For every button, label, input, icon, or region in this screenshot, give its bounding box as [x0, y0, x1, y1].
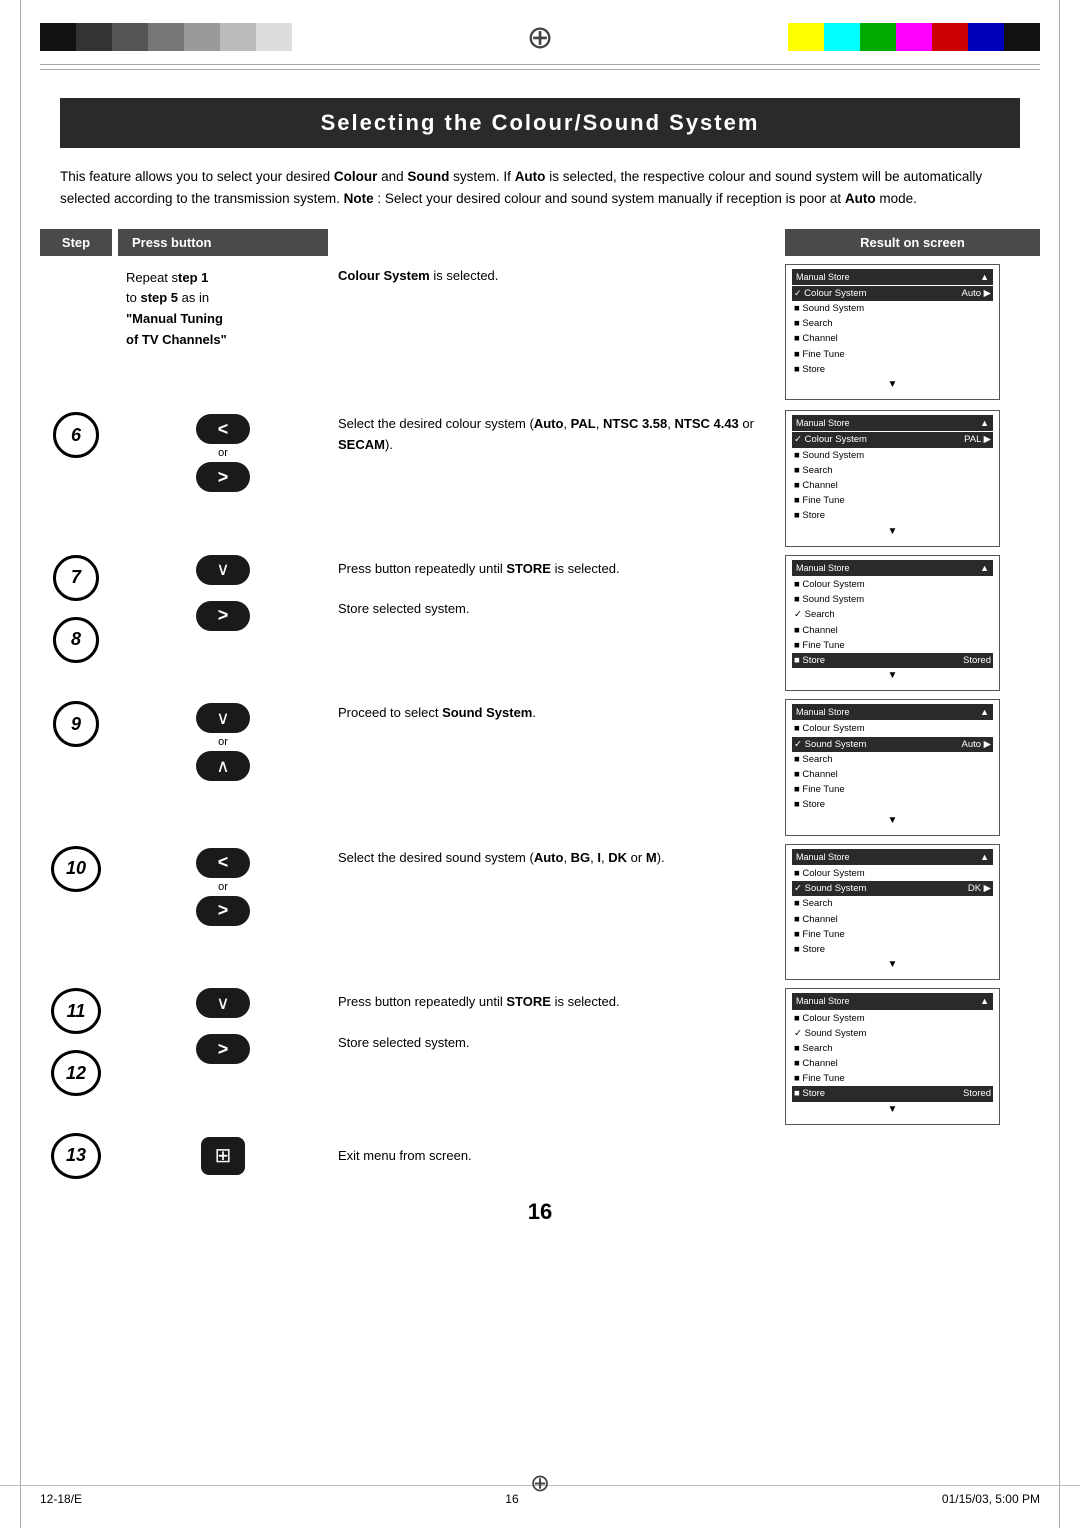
- step-circle-13: 13: [51, 1133, 101, 1179]
- btn-right-12[interactable]: >: [196, 1034, 250, 1064]
- btn-down-9[interactable]: ∨: [196, 703, 250, 733]
- or-label-9: or: [218, 736, 228, 748]
- blue-block: [968, 23, 1004, 51]
- table-header: Step Press button Result on screen: [40, 229, 1040, 256]
- btns-13: ⊞: [118, 1137, 328, 1175]
- step-7-8-nums: 7 8: [40, 555, 112, 663]
- btns-11-12: ∨ >: [118, 988, 328, 1064]
- desc-13: Exit menu from screen.: [328, 1144, 785, 1167]
- gray-block-6: [220, 23, 256, 51]
- row-6: 6 < or > Select the desired colour syste…: [40, 410, 1040, 547]
- or-label-10: or: [218, 881, 228, 893]
- black-block: [1004, 23, 1040, 51]
- gray-block-2: [76, 23, 112, 51]
- btn-right-10[interactable]: >: [196, 896, 250, 926]
- header-spacer: [328, 229, 785, 256]
- step-13: 13: [40, 1133, 112, 1179]
- desc-9: Proceed to select Sound System.: [328, 699, 785, 728]
- crosshair-icon: ⊕: [527, 18, 554, 56]
- title-text: Selecting the Colour/Sound System: [321, 110, 760, 135]
- screen-6: Manual Store▲ ✓ Colour SystemPAL ▶ ■ Sou…: [785, 410, 1040, 547]
- red-block: [932, 23, 968, 51]
- right-border: [1059, 0, 1060, 1528]
- top-divider-2: [40, 69, 1040, 70]
- bottom-crosshair-icon: ⊕: [530, 1469, 550, 1498]
- row-initial: Repeat step 1 to step 5 as in "Manual Tu…: [40, 264, 1040, 401]
- screen-9: Manual Store▲ ■ Colour System ✓ Sound Sy…: [785, 699, 1040, 836]
- screen-10: Manual Store▲ ■ Colour System ✓ Sound Sy…: [785, 844, 1040, 981]
- color-blocks: [788, 23, 1040, 51]
- magenta-block: [896, 23, 932, 51]
- btns-6: < or >: [118, 410, 328, 496]
- yellow-block: [788, 23, 824, 51]
- step-circle-12: 12: [51, 1050, 101, 1096]
- row-11-12: 11 12 ∨ > Press button repeatedly until …: [40, 988, 1040, 1125]
- cyan-block: [824, 23, 860, 51]
- btns-7-8: ∨ >: [118, 555, 328, 631]
- btns-9: ∨ or ∧: [118, 699, 328, 785]
- btn-right-8[interactable]: >: [196, 601, 250, 631]
- gray-block-3: [112, 23, 148, 51]
- intro-paragraph: This feature allows you to select your d…: [60, 166, 1020, 211]
- gray-block-1: [40, 23, 76, 51]
- btn-down-7[interactable]: ∨: [196, 555, 250, 585]
- initial-result-desc: Colour System is selected.: [328, 264, 785, 287]
- step-9: 9: [40, 699, 112, 747]
- step-circle-8: 8: [53, 617, 99, 663]
- btn-down-11[interactable]: ∨: [196, 988, 250, 1018]
- step-11-12-nums: 11 12: [40, 988, 112, 1096]
- step-circle-10: 10: [51, 846, 101, 892]
- green-block: [860, 23, 896, 51]
- row-10: 10 < or > Select the desired sound syste…: [40, 844, 1040, 981]
- row-13: 13 ⊞ Exit menu from screen.: [40, 1133, 1040, 1179]
- screen-12: Manual Store▲ ■ Colour System ✓ Sound Sy…: [785, 988, 1040, 1125]
- desc-6: Select the desired colour system (Auto, …: [328, 410, 785, 460]
- grayscale-blocks: [40, 23, 292, 51]
- btn-left-6[interactable]: <: [196, 414, 250, 444]
- top-divider-1: [40, 64, 1040, 65]
- row-7-8: 7 8 ∨ > Press button repeatedly until ST…: [40, 555, 1040, 692]
- screen-initial: Manual Store▲ ✓ Colour SystemAuto ▶ ■ So…: [785, 264, 1040, 401]
- step-10: 10: [40, 844, 112, 892]
- gray-block-5: [184, 23, 220, 51]
- step-circle-9: 9: [53, 701, 99, 747]
- or-label-6: or: [218, 447, 228, 459]
- btns-10: < or >: [118, 844, 328, 930]
- top-bar: ⊕: [0, 0, 1080, 56]
- footer-center: 16: [505, 1492, 518, 1506]
- footer-left: 12-18/E: [40, 1492, 82, 1506]
- btn-menu-13[interactable]: ⊞: [201, 1137, 245, 1175]
- header-step: Step: [40, 229, 112, 256]
- desc-11-12: Press button repeatedly until STORE is s…: [328, 988, 785, 1058]
- step-circle-7: 7: [53, 555, 99, 601]
- header-press: Press button: [118, 229, 328, 256]
- page-number-display: 16: [0, 1199, 1080, 1225]
- page-title: Selecting the Colour/Sound System: [60, 98, 1020, 148]
- row-9: 9 ∨ or ∧ Proceed to select Sound System.…: [40, 699, 1040, 836]
- screen-8: Manual Store▲ ■ Colour System ■ Sound Sy…: [785, 555, 1040, 692]
- desc-10: Select the desired sound system (Auto, B…: [328, 844, 785, 873]
- btn-up-9[interactable]: ∧: [196, 751, 250, 781]
- gray-block-7: [256, 23, 292, 51]
- gray-block-4: [148, 23, 184, 51]
- btn-left-10[interactable]: <: [196, 848, 250, 878]
- step-circle-11: 11: [51, 988, 101, 1034]
- initial-desc: Repeat step 1 to step 5 as in "Manual Tu…: [118, 264, 328, 355]
- header-result: Result on screen: [785, 229, 1040, 256]
- left-border: [20, 0, 21, 1528]
- desc-7-8: Press button repeatedly until STORE is s…: [328, 555, 785, 625]
- footer-right: 01/15/03, 5:00 PM: [942, 1492, 1040, 1506]
- step-circle-6: 6: [53, 412, 99, 458]
- btn-right-6[interactable]: >: [196, 462, 250, 492]
- step-6: 6: [40, 410, 112, 458]
